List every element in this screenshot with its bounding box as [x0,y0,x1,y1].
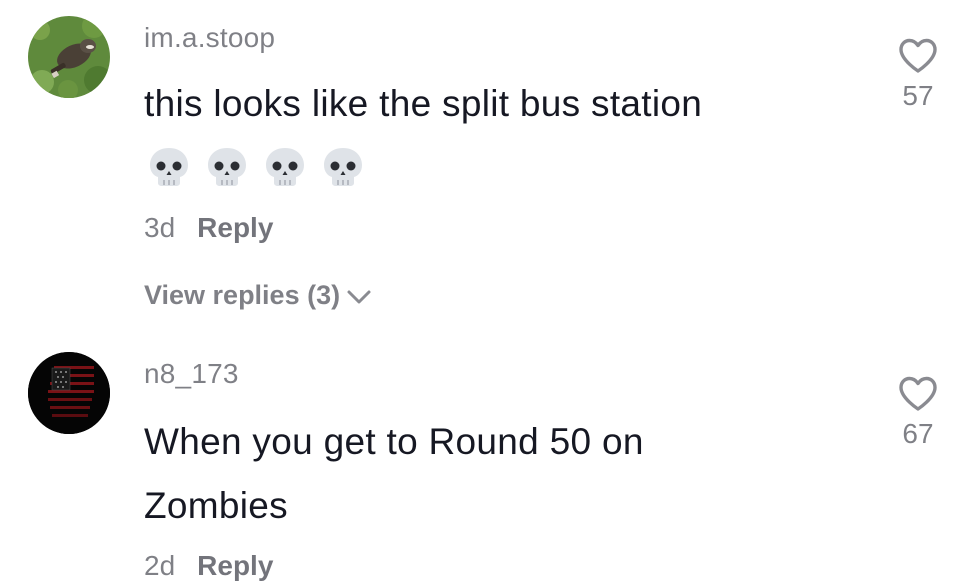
avatar[interactable] [28,16,110,98]
like-count: 57 [902,80,934,111]
avatar[interactable] [28,352,110,434]
comment-text: When you get to Round 50 on [144,421,644,462]
emoji-row [148,146,364,188]
heart-outline-icon[interactable] [898,376,938,412]
comment-text-line2: Zombies [144,485,288,526]
view-replies-label: View replies (3) [144,280,341,310]
comment-username[interactable]: n8_173 [144,358,239,390]
view-replies-button[interactable]: View replies (3) [144,280,372,311]
chevron-down-icon [347,290,371,304]
comment-username[interactable]: im.a.stoop [144,22,275,54]
comment-age: 3d [144,212,176,243]
raccoon-avatar-icon [28,16,110,98]
like-control: 67 [886,376,950,450]
skull-icon [266,148,304,186]
reply-button[interactable]: Reply [197,550,273,582]
comment-meta: 3d Reply [144,212,273,244]
flag-avatar-icon [28,352,110,434]
skull-icon [150,148,188,186]
like-count: 67 [902,418,934,449]
reply-button[interactable]: Reply [197,212,273,244]
comment-meta: 2d Reply [144,550,273,582]
comment-age: 2d [144,550,176,581]
skull-icon [208,148,246,186]
comment-text: this looks like the split bus station [144,83,703,124]
heart-outline-icon[interactable] [898,38,938,74]
like-control: 57 [886,38,950,112]
skull-icon [324,148,362,186]
